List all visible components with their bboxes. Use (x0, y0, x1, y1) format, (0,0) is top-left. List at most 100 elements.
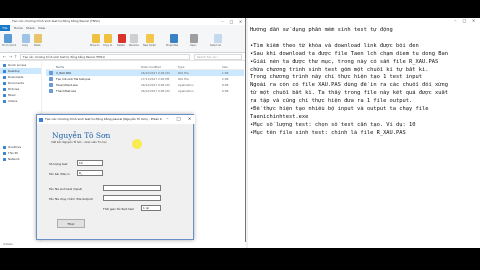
main-program-field[interactable] (103, 195, 161, 201)
author-name: Nguyễn Tô Sơn (52, 131, 111, 140)
network-icon (3, 157, 6, 161)
input-generator-label: Tên file sinh test (Input) (49, 187, 83, 191)
maximize-icon[interactable]: □ (460, 18, 469, 24)
nav-label: Videos (8, 99, 18, 103)
address-bar[interactable]: Tạo các chương trình sinh test tự động b… (20, 54, 190, 60)
move-to-label: Move to (90, 44, 100, 47)
desktop-screen: Tạo các chương trình sinh test tự động b… (0, 18, 480, 248)
paste-label: Paste (34, 44, 41, 47)
dialog-title: Tạo các chương trình sinh test tự động b… (45, 117, 166, 121)
application-icon (49, 83, 53, 87)
nav-videos[interactable]: Videos (0, 98, 41, 104)
notepad-window: – □ × Hướng dẫn sử dụng phần mềm sinh te… (248, 18, 480, 248)
move-to-icon[interactable] (92, 34, 100, 43)
text-line (250, 35, 478, 43)
problem-name-label: Tên bài (file).in (49, 172, 70, 176)
select-all-icon[interactable] (214, 34, 222, 43)
pin-label: Pin to Quick (2, 44, 17, 47)
nav-label: This PC (8, 151, 19, 155)
text-line: Taenichinhtest.exe (250, 113, 309, 120)
test-count-label: Số lượng test (49, 162, 68, 166)
video-icon (3, 99, 6, 103)
text-line: ra tập và cũng chỉ thực hiện đưa ra 1 fi… (250, 98, 413, 105)
nav-label: Downloads (8, 75, 24, 79)
desktop-icon (3, 69, 6, 73)
file-list: Name Date modified Type Size X_RAU.PAS 2… (46, 64, 244, 94)
download-icon (3, 75, 6, 79)
text-line: Trong chương trình này chỉ thực hiện tạo… (250, 74, 423, 81)
close-icon[interactable]: × (236, 18, 245, 25)
nav-label: Quick access (8, 63, 27, 67)
file-date: 26/12/2017 9:48 AM (141, 89, 170, 93)
up-arrow-icon[interactable]: ↑ (14, 54, 17, 60)
author-subtitle: Viết bởi: Nguyễn Tô Sơn - Giáo viên Tin … (51, 141, 107, 144)
maximize-icon[interactable]: □ (227, 18, 236, 25)
copy-to-icon[interactable] (104, 34, 112, 43)
rename-label: Rename (129, 44, 139, 47)
maximize-icon[interactable]: □ (173, 115, 184, 124)
input-generator-field[interactable] (103, 185, 161, 191)
address-bar-row: ← → ↑ Tạo các chương trình sinh test tự … (0, 53, 245, 61)
new-folder-label: New folder (143, 44, 156, 47)
minimize-icon[interactable]: – (162, 115, 173, 124)
text-line: •Sau khi download ta được file Taen lch … (250, 50, 448, 57)
problem-name-input[interactable]: R_ (77, 170, 103, 176)
back-arrow-icon[interactable]: ← (3, 54, 6, 60)
mouse-cursor-highlight (132, 139, 142, 149)
explorer-title-bar: Tạo các chương trình sinh test tự động b… (0, 18, 245, 25)
file-row[interactable]: ThanhTest.exe 26/12/2017 9:48 AM Applica… (46, 88, 244, 94)
properties-label: Properties (166, 44, 179, 47)
file-type: Application (178, 89, 194, 93)
rename-icon[interactable] (130, 34, 138, 43)
text-line: •Để thực hiện tạo nhiều bộ input và outp… (250, 106, 429, 113)
open-icon[interactable] (190, 34, 198, 43)
nav-label: Desktop (8, 69, 20, 73)
file-icon (49, 77, 53, 81)
app-icon (39, 117, 43, 122)
star-icon (3, 63, 6, 67)
minimize-icon[interactable]: – (218, 18, 227, 25)
forward-arrow-icon[interactable]: → (9, 54, 12, 60)
properties-icon[interactable] (170, 34, 178, 43)
pin-icon[interactable] (4, 34, 12, 43)
text-line: •Giải nén ta được thư mục, trong này có … (250, 58, 439, 65)
nav-label: Music (8, 93, 16, 97)
file-name: ThanhTest.exe (56, 89, 77, 93)
test-generator-dialog: Tạo các chương trình sinh test tự động b… (36, 114, 195, 240)
text-line: Hướng dẫn sử dụng phần mềm sinh test tự … (250, 27, 393, 33)
main-program-label: Tên file chạy chính (file Output) (49, 197, 93, 201)
new-folder-icon[interactable] (146, 34, 154, 43)
delete-label: Delete (117, 44, 125, 47)
minimize-icon[interactable]: – (451, 18, 460, 24)
time-limit-input[interactable]: 1 (s) (141, 205, 161, 211)
text-line: Ngoài ra còn có file XAU.PAS dùng để in … (250, 82, 448, 89)
paste-icon[interactable] (34, 34, 42, 43)
status-bar: 4 items (0, 242, 246, 248)
text-line: chứa chương trình sinh test gồm một chuỗ… (250, 66, 429, 73)
nav-label: Network (8, 157, 20, 161)
close-icon[interactable]: × (469, 18, 478, 24)
nav-label: OneDrive (8, 145, 22, 149)
search-input[interactable]: Search Tạo các... (194, 54, 242, 60)
notepad-text-area[interactable]: Hướng dẫn sử dụng phần mềm sinh test tự … (250, 27, 478, 138)
dialog-title-bar: Tạo các chương trình sinh test tự động b… (37, 115, 195, 124)
notepad-title-bar: – □ × (248, 18, 480, 24)
run-button[interactable]: Thực (57, 219, 85, 228)
file-size: 6 KB (222, 89, 229, 93)
explorer-ribbon: Pin to Quick Copy Paste Move to Copy to … (0, 31, 245, 53)
picture-icon (3, 87, 6, 91)
document-icon (3, 81, 6, 85)
application-icon (49, 89, 53, 93)
test-count-input[interactable]: 10 (77, 160, 103, 166)
file-icon (49, 71, 53, 75)
text-line: •Tìm kiếm theo từ khóa và download link … (250, 42, 419, 49)
nav-network[interactable]: Network (0, 156, 41, 162)
close-icon[interactable]: × (184, 115, 195, 124)
copy-icon[interactable] (22, 34, 30, 43)
text-line: •Mục tên file sinh test: chỉnh là file R… (250, 129, 406, 136)
cloud-icon (3, 145, 6, 149)
delete-icon[interactable] (118, 34, 126, 43)
open-label: Open (190, 44, 197, 47)
nav-label: Documents (8, 81, 24, 85)
copy-label: Copy (22, 44, 29, 47)
